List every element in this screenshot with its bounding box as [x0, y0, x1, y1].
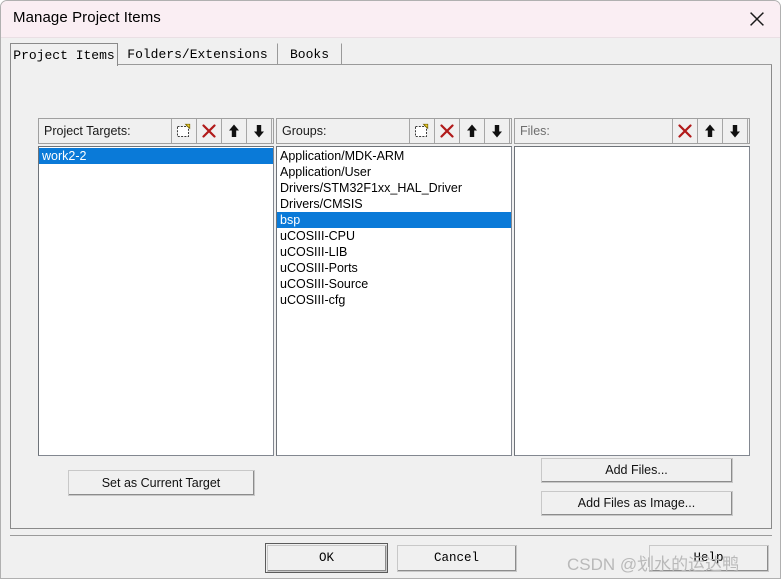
- close-icon[interactable]: [734, 1, 780, 36]
- tab-label: Books: [290, 47, 329, 62]
- files-header: Files:: [514, 118, 750, 144]
- files-label: Files:: [515, 124, 550, 138]
- list-item[interactable]: Application/MDK-ARM: [277, 148, 511, 164]
- new-item-icon[interactable]: [409, 119, 435, 143]
- button-label: OK: [319, 551, 334, 565]
- new-item-icon[interactable]: [171, 119, 197, 143]
- files-toolbar: [673, 119, 748, 143]
- button-label: Add Files...: [605, 463, 668, 477]
- tab-books[interactable]: Books: [278, 43, 342, 65]
- window-title: Manage Project Items: [13, 9, 161, 26]
- list-item[interactable]: uCOSIII-LIB: [277, 244, 511, 260]
- list-item[interactable]: work2-2: [39, 148, 274, 164]
- cancel-button[interactable]: Cancel: [397, 545, 517, 572]
- list-item[interactable]: Drivers/CMSIS: [277, 196, 511, 212]
- list-item[interactable]: uCOSIII-cfg: [277, 292, 511, 308]
- groups-label: Groups:: [277, 124, 326, 138]
- groups-header: Groups:: [276, 118, 512, 144]
- tab-strip-filler: [342, 43, 772, 65]
- move-up-icon[interactable]: [697, 119, 723, 143]
- list-item[interactable]: Application/User: [277, 164, 511, 180]
- files-panel: Files:: [514, 118, 750, 456]
- list-item[interactable]: Drivers/STM32F1xx_HAL_Driver: [277, 180, 511, 196]
- button-label: Add Files as Image...: [578, 496, 695, 510]
- files-list[interactable]: [514, 146, 750, 456]
- project-targets-header: Project Targets:: [38, 118, 274, 144]
- button-label: Help: [693, 551, 723, 565]
- groups-toolbar: [410, 119, 510, 143]
- list-item[interactable]: uCOSIII-Source: [277, 276, 511, 292]
- tab-project-items[interactable]: Project Items: [10, 43, 118, 66]
- project-targets-label: Project Targets:: [39, 124, 131, 138]
- delete-icon[interactable]: [434, 119, 460, 143]
- move-down-icon[interactable]: [722, 119, 748, 143]
- move-up-icon[interactable]: [459, 119, 485, 143]
- tab-label: Folders/Extensions: [127, 47, 267, 62]
- move-down-icon[interactable]: [484, 119, 510, 143]
- set-as-current-target-button[interactable]: Set as Current Target: [68, 470, 255, 496]
- list-item[interactable]: uCOSIII-Ports: [277, 260, 511, 276]
- move-up-icon[interactable]: [221, 119, 247, 143]
- groups-list[interactable]: Application/MDK-ARMApplication/UserDrive…: [276, 146, 512, 456]
- groups-panel: Groups:: [276, 118, 512, 456]
- project-targets-list[interactable]: work2-2: [38, 146, 274, 456]
- add-files-as-image-button[interactable]: Add Files as Image...: [541, 491, 733, 516]
- bottom-separator: [10, 535, 772, 536]
- manage-project-items-dialog: Manage Project Items Project Items Folde…: [0, 0, 781, 579]
- tab-page-project-items: Project Targets:: [10, 65, 772, 529]
- button-label: Set as Current Target: [102, 476, 221, 490]
- delete-icon[interactable]: [196, 119, 222, 143]
- list-item[interactable]: bsp: [277, 212, 511, 228]
- help-button[interactable]: Help: [649, 545, 769, 572]
- title-bar: Manage Project Items: [1, 1, 780, 38]
- move-down-icon[interactable]: [246, 119, 272, 143]
- button-label: Cancel: [434, 551, 479, 565]
- project-targets-toolbar: [172, 119, 272, 143]
- delete-icon[interactable]: [672, 119, 698, 143]
- tab-folders-extensions[interactable]: Folders/Extensions: [118, 43, 278, 65]
- tab-strip: Project Items Folders/Extensions Books: [10, 43, 772, 65]
- project-targets-panel: Project Targets:: [38, 118, 274, 456]
- ok-button[interactable]: OK: [267, 545, 387, 572]
- list-item[interactable]: uCOSIII-CPU: [277, 228, 511, 244]
- add-files-button[interactable]: Add Files...: [541, 458, 733, 483]
- tab-label: Project Items: [13, 48, 114, 63]
